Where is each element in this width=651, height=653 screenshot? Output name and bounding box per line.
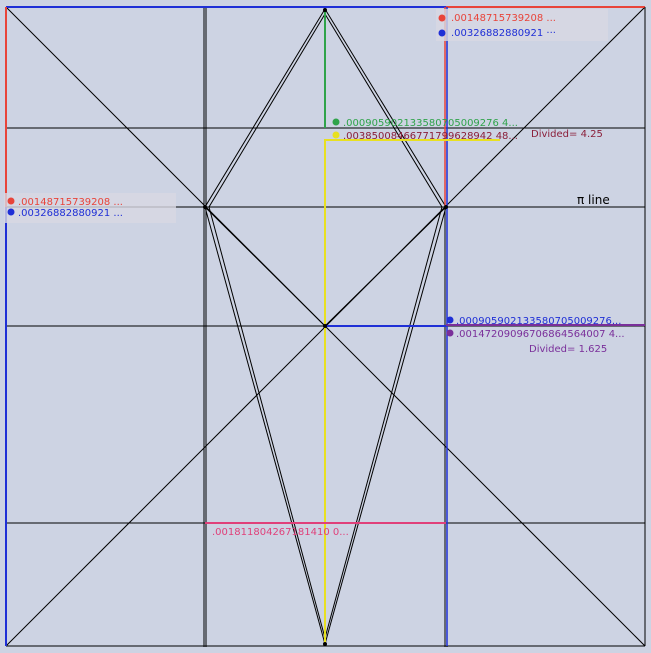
dot-top-right-blue (438, 29, 446, 37)
dot-left-blue (7, 208, 15, 216)
label-bottom-magenta: .001811804267181410 0... (212, 527, 349, 538)
label-top-right-blue: .00326882880921 ··· (451, 28, 556, 39)
dot-left-red (7, 197, 15, 205)
label-right-purple: .00147209096706864564007 4... (456, 329, 625, 340)
label-left-red: .00148715739208 ... (18, 197, 123, 208)
label-right-blue: .000905902133580705009276... (456, 316, 621, 327)
label-top-right-red: .00148715739208 ... (451, 13, 556, 24)
label-divided-2: Divided= 1.625 (529, 344, 607, 355)
label-divided-1: Divided= 4.25 (531, 129, 603, 140)
geometry-canvas: .00148715739208 ... .00326882880921 ··· … (0, 0, 651, 653)
dot-top-right-red (438, 14, 446, 22)
label-yellow-value: .00385008466771799628942 48... (343, 131, 518, 142)
label-green-value: .000905902133580705009276 4... (343, 118, 518, 129)
dot-right-purple (446, 329, 454, 337)
label-left-blue: .00326882880921 ... (18, 208, 123, 219)
dot-green (332, 118, 340, 126)
label-pi-line: π line (577, 193, 610, 207)
dot-yellow (332, 131, 340, 139)
dot-right-blue (446, 316, 454, 324)
